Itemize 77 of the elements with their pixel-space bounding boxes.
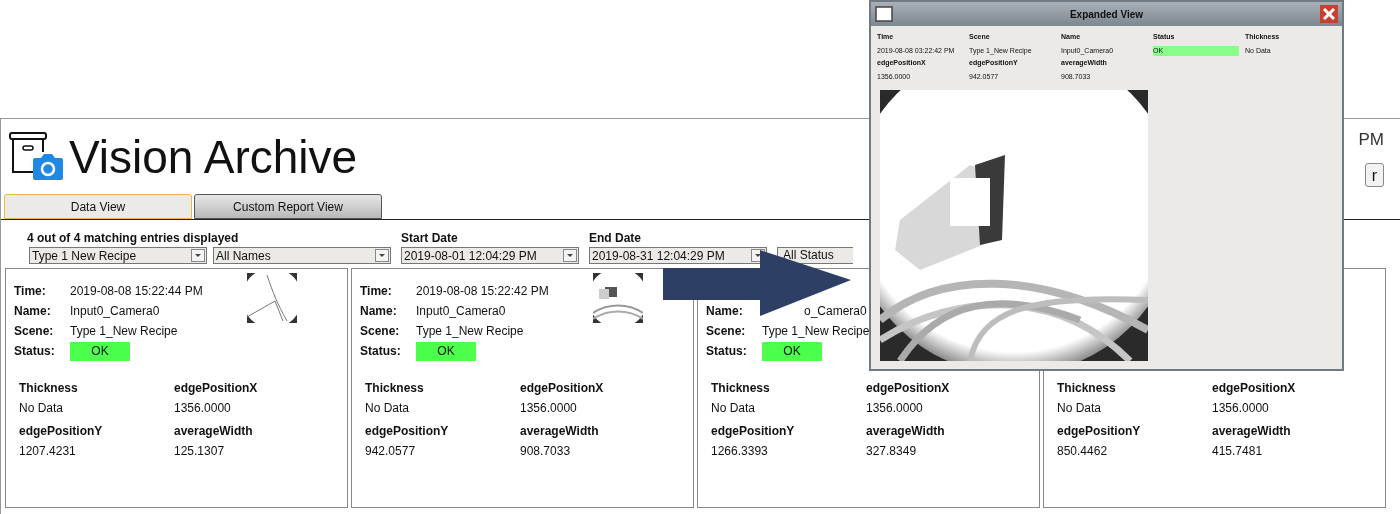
field-value: 2019-08-08 15:22:44 PM (70, 283, 203, 300)
field-value: Input0_Camera0 (70, 303, 160, 320)
metric-label: edgePositionX (174, 380, 259, 397)
metric-label: edgePositionY (1057, 423, 1142, 440)
dropdown-caret-icon (375, 249, 389, 262)
entry-card[interactable]: Time: 2019-08-08 15:22:44 PM Name: Input0_Camera0 Scene: Type 1_New Recipe Status: OK Thickness No Data edgePositionX 1356.0000 edgePositionY 1207.4231 averageWidth 125.1307 (5, 268, 348, 508)
field-value: Type 1_New Recipe (762, 323, 870, 340)
metric-label: edgePositionX (866, 380, 951, 397)
metric-value: 908.7033 (520, 443, 572, 460)
close-button[interactable] (1320, 5, 1338, 23)
metric-label: edgePositionX (1212, 380, 1297, 397)
dropdown[interactable]: 2019-08-01 12:04:29 PM (401, 247, 579, 264)
status-indicator: OK (70, 341, 130, 361)
metric-label: Thickness (1057, 380, 1117, 397)
entries-summary: 4 out of 4 matching entries displayed (27, 230, 240, 243)
field-label: Scene: (14, 323, 55, 340)
clock-text: PM (1358, 129, 1384, 152)
close-icon (1323, 8, 1335, 20)
field-label: Name: (706, 303, 744, 320)
metric-value: 1356.0000 (520, 400, 578, 417)
metric-label: averageWidth (520, 423, 600, 440)
metric-label: Thickness (365, 380, 425, 397)
field-label: Status: (14, 343, 56, 360)
tab[interactable]: Custom Report View (194, 194, 382, 219)
status-dropdown[interactable]: All Status (777, 247, 853, 264)
metric-value: No Data (711, 400, 757, 417)
dropdown-caret-icon (191, 249, 205, 262)
metric-value: No Data (365, 400, 411, 417)
metric-value: 327.8349 (866, 443, 918, 460)
window-icon (875, 6, 893, 22)
app-title: Vision Archive (69, 134, 358, 180)
field-label: Scene: (706, 323, 747, 340)
metric-value: 1266.3393 (711, 443, 769, 460)
tab[interactable]: Data View (4, 194, 192, 219)
metric-label: edgePositionY (365, 423, 450, 440)
entry-card[interactable]: Time: 2019-08-08 15:22:42 PM Name: Input0_Camera0 Scene: Type 1_New Recipe Status: OK Thickness No Data edgePositionX 1356.0000 edgePositionY 942.0577 averageWidth 908.7033 (351, 268, 694, 508)
metric-label: averageWidth (866, 423, 946, 440)
end-date-label: End Date (589, 230, 642, 243)
field-label: Time: (14, 283, 47, 300)
field-label: Status: (706, 343, 748, 360)
metric-value: 1356.0000 (1212, 400, 1270, 417)
metric-label: Thickness (711, 380, 771, 397)
dropdown[interactable]: All Names (213, 247, 391, 264)
action-button[interactable]: r (1364, 162, 1384, 187)
metric-value: 942.0577 (365, 443, 417, 460)
metric-label: averageWidth (1212, 423, 1292, 440)
metric-value: No Data (1057, 400, 1103, 417)
dropdown[interactable]: 2019-08-31 12:04:29 PM (589, 247, 767, 264)
metric-value: 125.1307 (174, 443, 226, 460)
field-label: Status: (360, 343, 402, 360)
metric-value: 1356.0000 (866, 400, 924, 417)
dropdown-caret-icon (563, 249, 577, 262)
field-value: Type 1_New Recipe (70, 323, 178, 340)
field-value: o_Camera0 (804, 303, 867, 320)
status-indicator: OK (762, 341, 822, 361)
field-label: Name: (360, 303, 398, 320)
archive-camera-icon (9, 132, 65, 182)
field-value: Type 1_New Recipe (416, 323, 524, 340)
metric-label: edgePositionY (19, 423, 104, 440)
metric-label: edgePositionX (520, 380, 605, 397)
field-label: Time: (360, 283, 393, 300)
metric-value: 850.4462 (1057, 443, 1109, 460)
status-indicator: OK (416, 341, 476, 361)
metric-value: 415.7481 (1212, 443, 1264, 460)
window-title: Expanded View (1068, 7, 1145, 22)
start-date-label: Start Date (401, 230, 459, 243)
dropdown[interactable]: Type 1 New Recipe (29, 247, 207, 264)
metric-label: edgePositionY (711, 423, 796, 440)
field-value: 2019-08-08 15:22:42 PM (416, 283, 549, 300)
metric-value: No Data (19, 400, 65, 417)
field-label: Scene: (360, 323, 401, 340)
metric-label: Thickness (19, 380, 79, 397)
field-value: Input0_Camera0 (416, 303, 506, 320)
metric-value: 1207.4231 (19, 443, 77, 460)
metric-label: averageWidth (174, 423, 254, 440)
metric-value: 1356.0000 (174, 400, 232, 417)
field-label: Name: (14, 303, 52, 320)
